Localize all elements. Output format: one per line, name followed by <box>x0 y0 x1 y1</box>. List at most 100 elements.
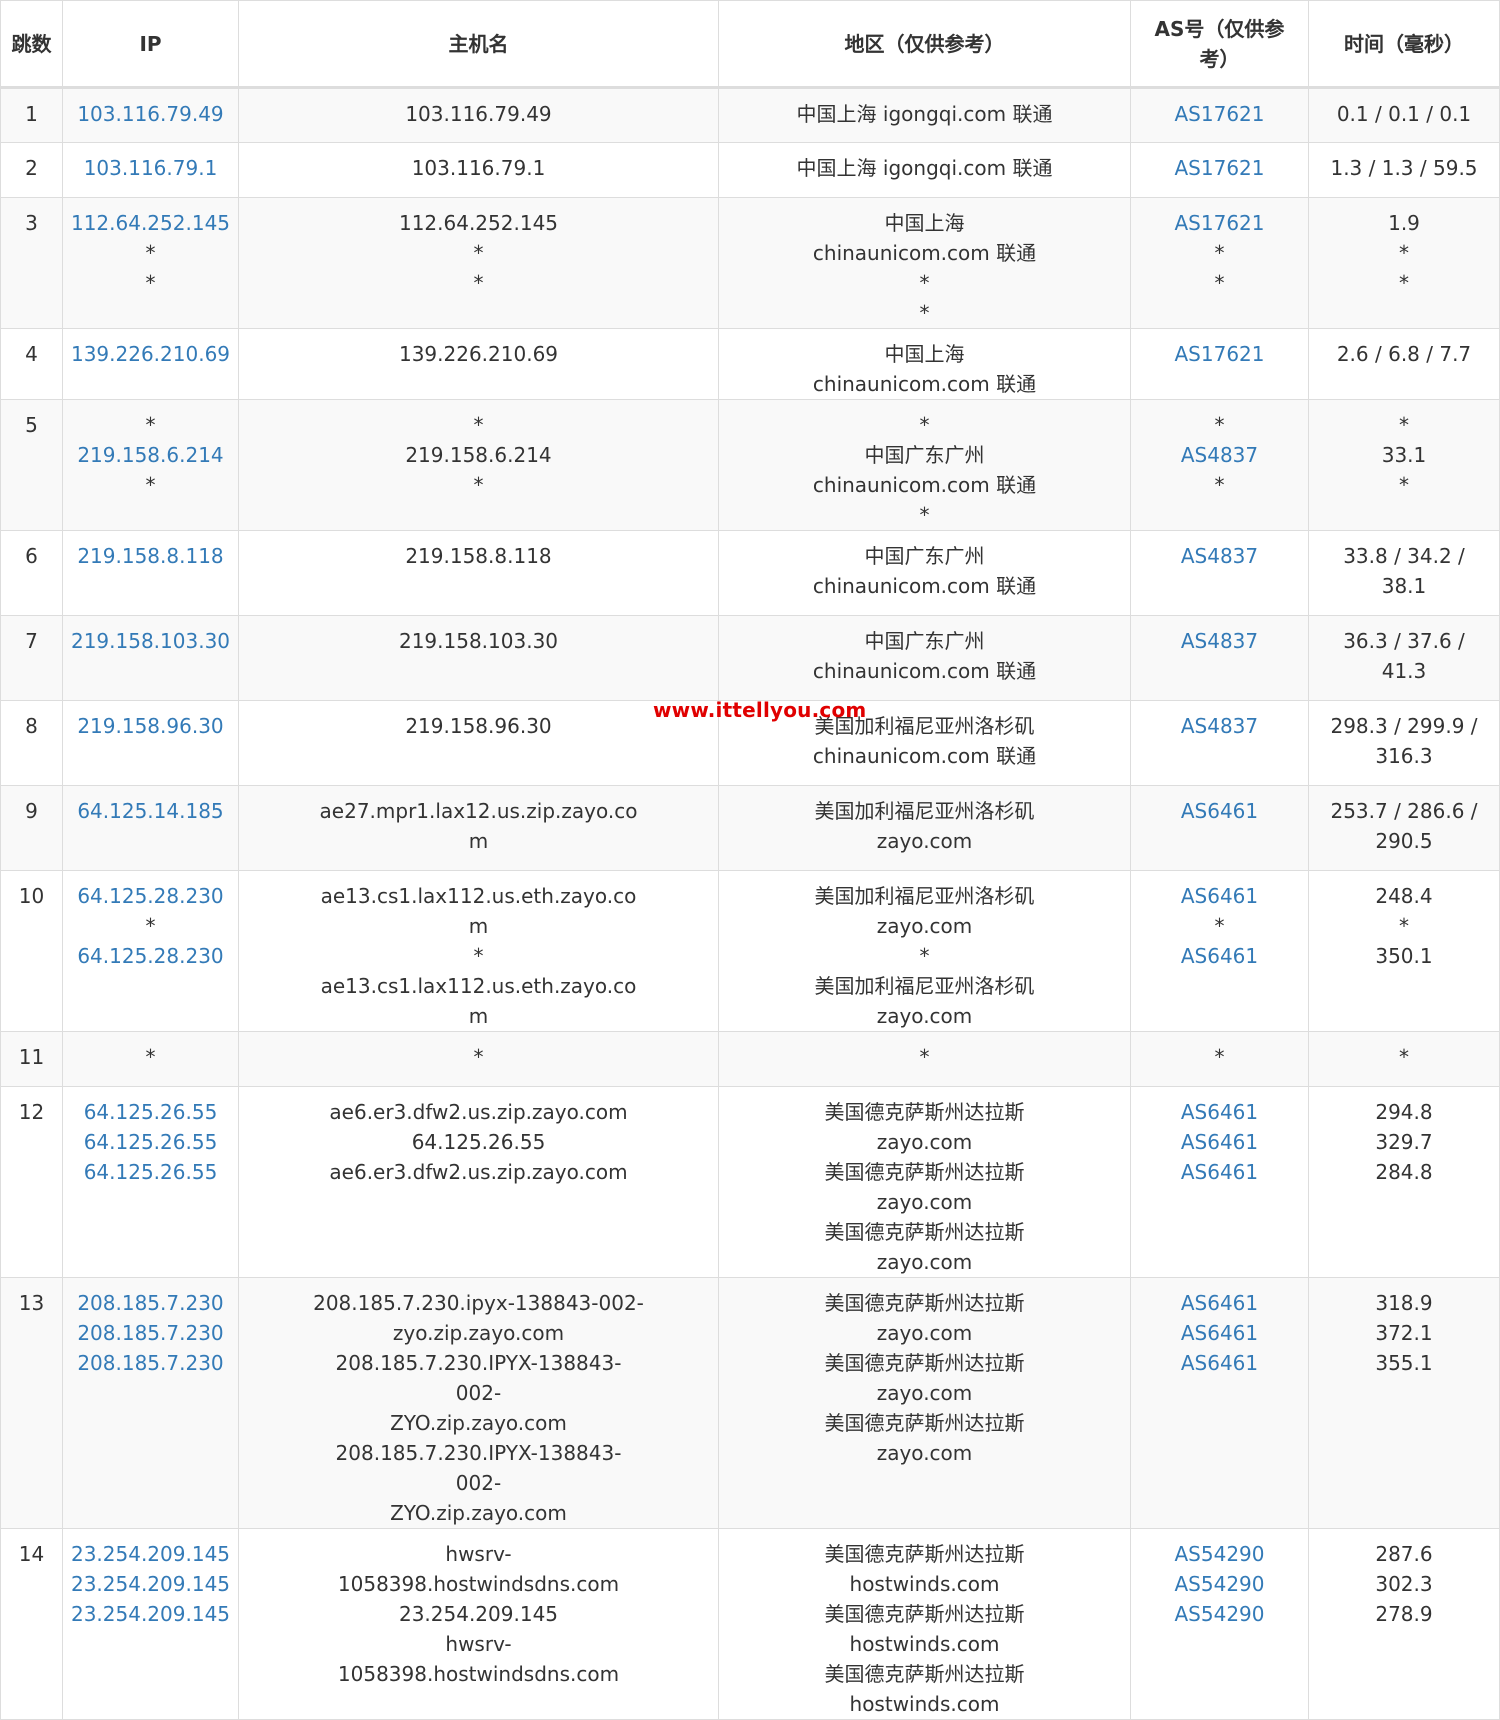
ip-address-link[interactable]: 208.185.7.230 <box>69 1318 232 1348</box>
ip-address-link[interactable]: 23.254.209.145 <box>69 1569 232 1599</box>
as-number-cell: AS6461 * AS6461 <box>1130 870 1309 1032</box>
as-number-link[interactable]: AS6461 <box>1137 796 1302 826</box>
table-row: 8 219.158.96.30 219.158.96.30 美国加利福尼亚州洛杉矶 c… <box>0 700 1500 786</box>
as-number-link[interactable]: AS6461 <box>1137 1348 1302 1378</box>
no-response-star: * <box>1399 1045 1409 1069</box>
latency-cell: 294.8 329.7 284.8 <box>1308 1086 1500 1278</box>
no-response-star: * <box>1399 413 1409 437</box>
region-text: 美国德克萨斯州达拉斯 zayo.com <box>824 1100 1025 1154</box>
region-cell: 美国加利福尼亚州洛杉矶 zayo.com <box>718 785 1131 871</box>
hostname-cell: ae6.er3.dfw2.us.zip.zayo.com 64.125.26.55… <box>238 1086 719 1278</box>
as-number-link[interactable]: AS6461 <box>1137 941 1302 971</box>
ip-address-link[interactable]: 112.64.252.145 <box>69 208 232 238</box>
ip-address-link[interactable]: 208.185.7.230 <box>69 1288 232 1318</box>
ip-address-link[interactable]: 139.226.210.69 <box>69 339 232 369</box>
no-response-star: * <box>1399 914 1409 938</box>
no-response-star: * <box>1214 473 1225 497</box>
ip-address-link[interactable]: 64.125.26.55 <box>69 1127 232 1157</box>
ip-address-link[interactable]: 219.158.6.214 <box>69 440 232 470</box>
as-number-cell: AS4837 <box>1130 700 1309 786</box>
ip-address-link[interactable]: 64.125.28.230 <box>69 941 232 971</box>
hop-number: 8 <box>0 700 63 786</box>
ip-address-link[interactable]: 103.116.79.49 <box>69 99 232 129</box>
ip-address-link[interactable]: 64.125.26.55 <box>69 1157 232 1187</box>
hostname-text: ae27.mpr1.lax12.us.zip.zayo.com <box>319 799 638 853</box>
region-text: 中国上海 chinaunicom.com 联通 <box>812 342 1037 396</box>
table-row: 9 64.125.14.185 ae27.mpr1.lax12.us.zip.zay… <box>0 785 1500 871</box>
latency-text: 33.1 <box>1381 443 1427 467</box>
ip-address-link[interactable]: 64.125.26.55 <box>69 1097 232 1127</box>
as-number-link[interactable]: AS6461 <box>1137 881 1302 911</box>
as-number-link[interactable]: AS6461 <box>1137 1097 1302 1127</box>
table-row: 10 64.125.28.230 * 64.125.28.230 ae13.cs1.la… <box>0 870 1500 1032</box>
no-response-star: * <box>919 1045 930 1069</box>
ip-address-link[interactable]: 23.254.209.145 <box>69 1599 232 1629</box>
hop-number: 3 <box>0 197 63 329</box>
latency-text: 294.8 <box>1375 1100 1433 1124</box>
as-number-link[interactable]: AS54290 <box>1137 1539 1302 1569</box>
hostname-cell: ae13.cs1.lax112.us.eth.zayo.com * ae13.cs1… <box>238 870 719 1032</box>
as-number-cell: AS17621 * * <box>1130 197 1309 329</box>
region-text: 中国上海 igongqi.com 联通 <box>796 102 1053 126</box>
hostname-cell: * 219.158.6.214 * <box>238 399 719 531</box>
as-number-link[interactable]: AS17621 <box>1137 153 1302 183</box>
latency-text: 1.9 <box>1388 211 1420 235</box>
ip-address-link[interactable]: 219.158.103.30 <box>69 626 232 656</box>
table-header-row: 跳数 IP 主机名 地区（仅供参考） AS号（仅供参考） 时间（毫秒） <box>0 0 1500 89</box>
latency-text: 350.1 <box>1375 944 1433 968</box>
as-number-link[interactable]: AS4837 <box>1137 711 1302 741</box>
as-number-link[interactable]: AS54290 <box>1137 1599 1302 1629</box>
as-number-link[interactable]: AS17621 <box>1137 99 1302 129</box>
as-number-cell: AS4837 <box>1130 615 1309 701</box>
hostname-text: 112.64.252.145 <box>398 211 559 235</box>
table-row: 3 112.64.252.145 * * 112.64.252.145 * * 中国上海 ch… <box>0 197 1500 329</box>
region-text: 美国加利福尼亚州洛杉矶 zayo.com <box>814 799 1035 853</box>
latency-cell: 248.4 * 350.1 <box>1308 870 1500 1032</box>
ip-address-cell: 64.125.28.230 * 64.125.28.230 <box>62 870 239 1032</box>
as-number-link[interactable]: AS17621 <box>1137 208 1302 238</box>
latency-cell: 1.3 / 1.3 / 59.5 <box>1308 142 1500 198</box>
as-number-link[interactable]: AS4837 <box>1137 626 1302 656</box>
hostname-cell: hwsrv-1058398.hostwindsdns.com 23.254.209… <box>238 1528 719 1720</box>
region-text: 美国加利福尼亚州洛杉矶 chinaunicom.com 联通 <box>812 714 1037 768</box>
as-number-link[interactable]: AS6461 <box>1137 1127 1302 1157</box>
hostname-text: 64.125.26.55 <box>411 1130 546 1154</box>
ip-address-link[interactable]: 23.254.209.145 <box>69 1539 232 1569</box>
latency-cell: * 33.1 * <box>1308 399 1500 531</box>
hop-number: 2 <box>0 142 63 198</box>
as-number-link[interactable]: AS6461 <box>1137 1288 1302 1318</box>
no-response-star: * <box>473 241 484 265</box>
header-hostname: 主机名 <box>238 0 719 89</box>
no-response-star: * <box>145 241 156 265</box>
as-number-link[interactable]: AS6461 <box>1137 1318 1302 1348</box>
hostname-text: ae13.cs1.lax112.us.eth.zayo.com <box>320 974 637 1028</box>
region-text: 中国上海 chinaunicom.com 联通 <box>812 211 1037 265</box>
table-row: 2 103.116.79.1 103.116.79.1 中国上海 igongqi.co… <box>0 142 1500 198</box>
region-cell: 中国广东广州 chinaunicom.com 联通 <box>718 615 1131 701</box>
latency-text: 302.3 <box>1375 1572 1433 1596</box>
as-number-link[interactable]: AS4837 <box>1137 440 1302 470</box>
no-response-star: * <box>919 944 930 968</box>
as-number-link[interactable]: AS17621 <box>1137 339 1302 369</box>
hop-number: 14 <box>0 1528 63 1720</box>
no-response-star: * <box>473 944 484 968</box>
ip-address-link[interactable]: 208.185.7.230 <box>69 1348 232 1378</box>
no-response-star: * <box>919 271 930 295</box>
latency-text: 0.1 / 0.1 / 0.1 <box>1336 102 1472 126</box>
ip-address-link[interactable]: 219.158.8.118 <box>69 541 232 571</box>
ip-address-link[interactable]: 219.158.96.30 <box>69 711 232 741</box>
ip-address-cell: * 219.158.6.214 * <box>62 399 239 531</box>
ip-address-cell: 219.158.103.30 <box>62 615 239 701</box>
no-response-star: * <box>1214 271 1225 295</box>
ip-address-link[interactable]: 64.125.28.230 <box>69 881 232 911</box>
region-cell: 美国德克萨斯州达拉斯 zayo.com 美国德克萨斯州达拉斯 zayo.com 美国… <box>718 1086 1131 1278</box>
as-number-link[interactable]: AS6461 <box>1137 1157 1302 1187</box>
ip-address-link[interactable]: 64.125.14.185 <box>69 796 232 826</box>
no-response-star: * <box>1214 914 1225 938</box>
latency-text: 287.6 <box>1375 1542 1433 1566</box>
no-response-star: * <box>1214 241 1225 265</box>
as-number-link[interactable]: AS4837 <box>1137 541 1302 571</box>
table-row: 7 219.158.103.30 219.158.103.30 中国广东广州 chin… <box>0 615 1500 701</box>
ip-address-link[interactable]: 103.116.79.1 <box>69 153 232 183</box>
as-number-link[interactable]: AS54290 <box>1137 1569 1302 1599</box>
